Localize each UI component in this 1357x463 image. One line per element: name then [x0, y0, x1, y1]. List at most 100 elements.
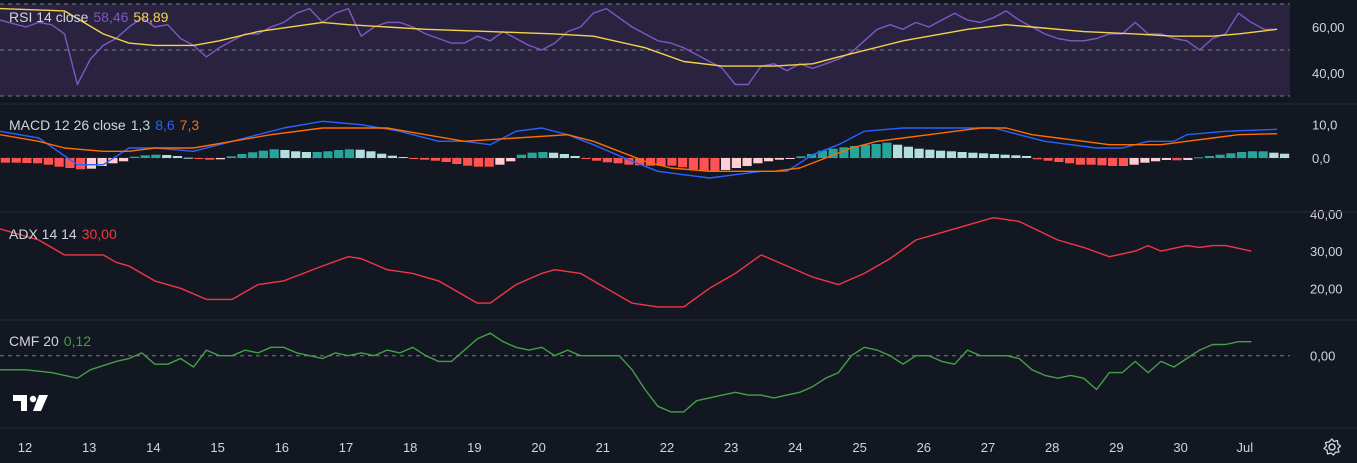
macd-histogram-bar	[1215, 154, 1225, 158]
macd-histogram-bar	[742, 158, 752, 166]
macd-histogram-bar	[753, 158, 763, 164]
macd-histogram-bar	[301, 152, 311, 158]
macd-histogram-bar	[22, 158, 32, 163]
macd-histogram-bar	[678, 158, 688, 168]
macd-histogram-bar	[430, 158, 440, 161]
time-axis-label: 25	[852, 440, 866, 455]
macd-axis-tick: 0,0	[1312, 151, 1330, 166]
time-axis-label: 17	[339, 440, 353, 455]
adx-pane[interactable]: 40,00 30,00 20,00	[0, 207, 1343, 308]
macd-histogram-bar	[312, 152, 322, 158]
macd-histogram-bar	[1172, 158, 1182, 161]
macd-histogram-bar	[226, 156, 236, 158]
macd-histogram-bar	[721, 158, 731, 170]
macd-histogram-bar	[1054, 158, 1064, 162]
time-axis-label: Jul	[1236, 440, 1253, 455]
rsi-axis-tick: 60,00	[1312, 20, 1345, 35]
macd-histogram-bar	[33, 158, 43, 164]
macd-histogram-bar	[1118, 158, 1128, 166]
macd-histogram-bar	[140, 155, 150, 158]
macd-histogram-bar	[731, 158, 741, 168]
time-axis-label: 14	[146, 440, 160, 455]
macd-histogram-bar	[344, 149, 354, 158]
rsi-ma-legend-value: 58,89	[133, 9, 169, 25]
macd-histogram-bar	[334, 150, 344, 158]
macd-histogram-bar	[979, 153, 989, 158]
macd-histogram-bar	[1108, 158, 1118, 166]
time-axis-label: 13	[82, 440, 96, 455]
macd-histogram-bar	[764, 158, 774, 162]
time-axis-label: 27	[981, 440, 995, 455]
macd-histogram-bar	[129, 156, 139, 158]
macd-hist-legend-value: 1,3	[130, 117, 151, 133]
time-axis-label: 18	[403, 440, 417, 455]
macd-histogram-bar	[527, 152, 537, 158]
macd-histogram-bar	[473, 158, 483, 167]
macd-histogram-bar	[484, 158, 494, 167]
cmf-legend-value: 0,12	[63, 333, 92, 349]
time-axis-label: 21	[596, 440, 610, 455]
macd-histogram-bar	[882, 142, 892, 158]
macd-histogram-bar	[205, 158, 215, 160]
macd-histogram-bar	[1194, 157, 1204, 159]
time-axis-label: 28	[1045, 440, 1059, 455]
macd-legend[interactable]: MACD 12 26 close 1,3 8,6 7,3	[9, 115, 204, 135]
macd-histogram-bar	[1000, 154, 1010, 158]
signal-legend-value: 7,3	[179, 117, 200, 133]
macd-histogram-bar	[291, 151, 301, 158]
rsi-axis-tick: 40,00	[1312, 66, 1345, 81]
macd-histogram-bar	[592, 158, 602, 161]
macd-axis-tick: 10,0	[1312, 118, 1337, 133]
macd-histogram-bar	[559, 154, 569, 158]
rsi-legend[interactable]: RSI 14 close 58,46 58,89	[9, 7, 173, 27]
macd-histogram-bar	[355, 149, 365, 158]
macd-histogram-bar	[946, 151, 956, 158]
time-axis-label: 19	[467, 440, 481, 455]
macd-histogram-bar	[269, 149, 279, 158]
macd-histogram-bar	[452, 158, 462, 164]
macd-histogram-bar	[54, 158, 64, 167]
cmf-legend[interactable]: CMF 20 0,12	[9, 331, 96, 351]
macd-histogram-bar	[581, 158, 591, 159]
tradingview-logo-icon[interactable]	[12, 392, 52, 414]
macd-histogram-bar	[860, 144, 870, 158]
macd-histogram-bar	[613, 158, 623, 164]
pane-separators[interactable]	[0, 103, 1357, 429]
time-axis[interactable]: 12 13 14 15 16 17 18 19 20 21 22 23 24 25 26 27 28 29 30 Ju…	[18, 440, 1253, 455]
macd-histogram-bar	[151, 154, 161, 158]
time-axis-label: 24	[788, 440, 802, 455]
time-axis-label: 22	[660, 440, 674, 455]
macd-histogram-bar	[323, 151, 333, 158]
macd-histogram-bar	[1161, 158, 1171, 160]
macd-histogram-bar	[796, 156, 806, 158]
macd-line-legend-value: 8,6	[155, 117, 175, 133]
time-axis-label: 20	[531, 440, 545, 455]
macd-histogram-bar	[989, 154, 999, 158]
time-axis-label: 23	[724, 440, 738, 455]
rsi-pane[interactable]: 60,00 40,00	[0, 3, 1345, 97]
macd-histogram-bar	[925, 149, 935, 158]
macd-histogram-bar	[387, 155, 397, 158]
gear-icon[interactable]	[1322, 437, 1342, 457]
macd-histogram-bar	[1086, 158, 1096, 165]
macd-histogram-bar	[893, 144, 903, 158]
macd-histogram-bar	[774, 158, 784, 160]
adx-legend[interactable]: ADX 14 14 30,00	[9, 224, 122, 244]
macd-histogram-bar	[936, 150, 946, 158]
macd-histogram-bar	[183, 157, 193, 159]
macd-histogram-bar	[570, 156, 580, 158]
macd-histogram-bar	[1129, 158, 1139, 165]
macd-histogram-bar	[1151, 158, 1161, 162]
adx-axis-tick: 20,00	[1310, 281, 1343, 296]
macd-histogram-bar	[1258, 151, 1268, 158]
time-axis-label: 29	[1109, 440, 1123, 455]
macd-histogram-bar	[237, 154, 247, 158]
macd-histogram-bar	[0, 158, 10, 163]
cmf-pane[interactable]: 0,00	[0, 332, 1335, 413]
macd-histogram-bar	[667, 158, 677, 166]
macd-histogram-bar	[172, 156, 182, 158]
macd-histogram-bar	[785, 158, 795, 159]
macd-histogram-bar	[1237, 152, 1247, 158]
macd-histogram-bar	[516, 154, 526, 158]
macd-histogram-bar	[398, 157, 408, 158]
